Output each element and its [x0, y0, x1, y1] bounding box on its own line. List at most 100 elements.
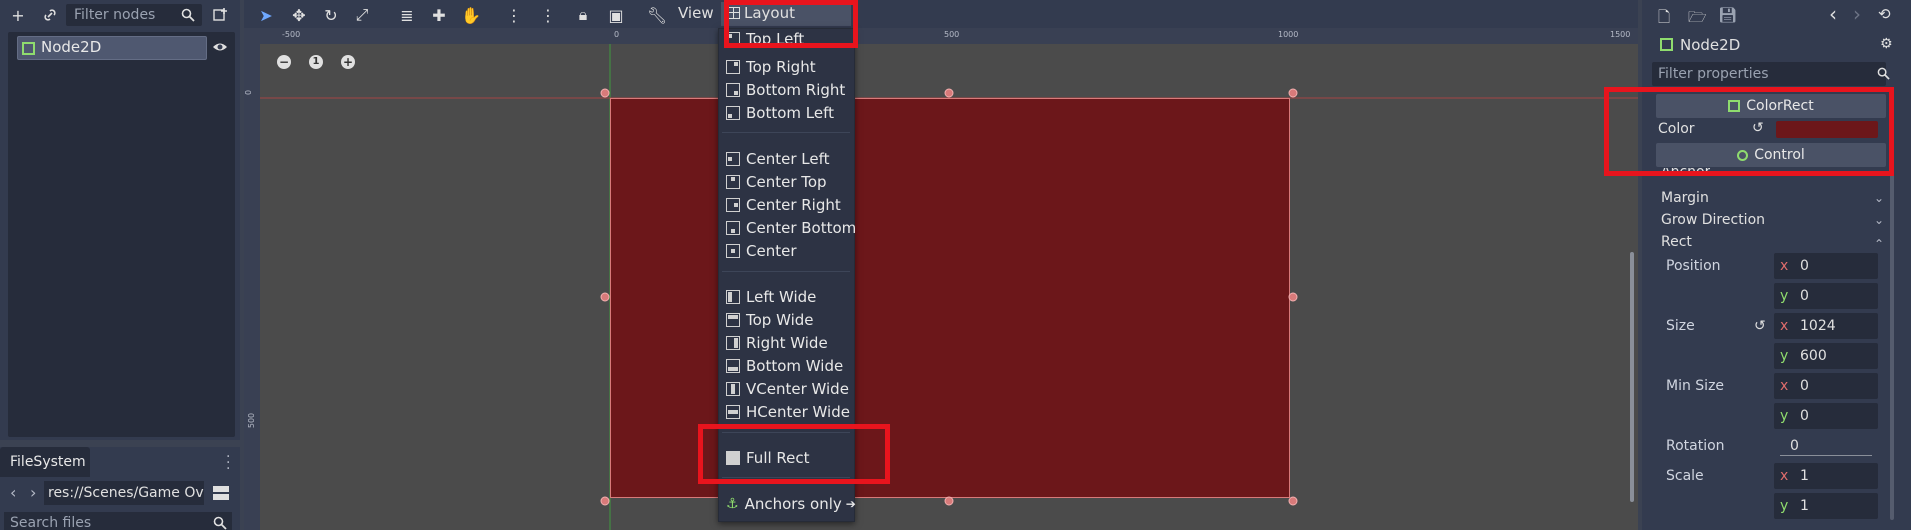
- rotation-label: Rotation: [1666, 438, 1725, 454]
- lock-icon[interactable]: 🔒︎: [572, 4, 594, 26]
- open-folder-icon[interactable]: 🗁︎: [1688, 7, 1707, 32]
- canvas-toolbar: ➤ ✥ ↻ ⤢ ≣ ✚ ✋ ⋮ ⋮ 🔒︎ ▣ 🔧︎ View: [244, 0, 1638, 28]
- position-x-field[interactable]: x0: [1774, 253, 1878, 279]
- menu-item-bottom-left[interactable]: Bottom Left: [726, 102, 834, 124]
- rotate-tool-icon[interactable]: ↻: [320, 4, 342, 26]
- menu-item-top-wide[interactable]: Top Wide: [726, 309, 814, 331]
- menu-item-center-top[interactable]: Center Top: [726, 171, 827, 193]
- zoom-out-icon[interactable]: −: [277, 55, 291, 69]
- filter-properties-input[interactable]: Filter properties: [1652, 62, 1886, 86]
- pan-tool-icon[interactable]: ✋: [460, 4, 482, 26]
- group-margin[interactable]: Margin: [1661, 190, 1709, 206]
- object-properties-icon[interactable]: ⚙︎: [1880, 36, 1893, 52]
- menu-item-left-wide[interactable]: Left Wide: [726, 286, 816, 308]
- menu-item-label: Top Wide: [746, 311, 814, 329]
- menu-item-center[interactable]: Center: [726, 240, 797, 262]
- position-y-value: 0: [1800, 288, 1809, 304]
- highlight-full-rect: [698, 424, 890, 484]
- dock-menu-icon[interactable]: · · ·: [226, 450, 230, 476]
- min-size-y-field[interactable]: y0: [1774, 403, 1878, 429]
- size-y-field[interactable]: y 600: [1774, 343, 1878, 369]
- position-x-value: 0: [1800, 258, 1809, 274]
- viewport-scrollbar[interactable]: [1630, 252, 1634, 502]
- new-resource-icon[interactable]: 🗋︎: [1658, 7, 1670, 32]
- link-icon[interactable]: [39, 4, 61, 26]
- forward-arrow-icon[interactable]: ›: [30, 483, 36, 502]
- axis-y-label: y: [1780, 288, 1789, 304]
- revert-icon[interactable]: ↺: [1754, 318, 1766, 334]
- history-forward-icon[interactable]: ›: [1853, 2, 1861, 26]
- menu-item-center-right[interactable]: Center Right: [726, 194, 841, 216]
- more-options-icon[interactable]: ⋮: [537, 4, 559, 26]
- chevron-up-icon: ⌃: [1874, 237, 1885, 251]
- move-tool-icon[interactable]: ✥: [288, 4, 310, 26]
- axis-x-label: x: [1780, 468, 1789, 484]
- scene-toolbar: + Filter nodes: [0, 0, 240, 30]
- rotation-slider[interactable]: [1780, 455, 1872, 456]
- scale-tool-icon[interactable]: ⤢: [351, 4, 373, 26]
- anchor-preset-icon: [726, 405, 740, 419]
- anchor-preset-icon: [726, 290, 740, 304]
- anchor-preset-icon: [726, 221, 740, 235]
- axis-y-label: y: [1780, 498, 1789, 514]
- history-icon[interactable]: ⟲: [1878, 5, 1891, 23]
- group-grow-direction[interactable]: Grow Direction: [1661, 212, 1765, 228]
- history-back-icon[interactable]: ‹: [1829, 2, 1837, 26]
- menu-item-label: Center: [746, 242, 797, 260]
- menu-item-label: Anchors only: [744, 495, 842, 513]
- group-icon[interactable]: ▣: [605, 4, 627, 26]
- highlight-layout-button: [724, 0, 858, 48]
- snap-icon[interactable]: ⋮: [503, 4, 525, 26]
- search-files-input[interactable]: Search files: [4, 512, 232, 530]
- filesystem-path-input[interactable]: res://Scenes/Game Ov: [44, 481, 204, 505]
- position-y-field[interactable]: y0: [1774, 283, 1878, 309]
- inspector-scrollbar[interactable]: [1890, 140, 1894, 520]
- group-rect[interactable]: Rect: [1661, 234, 1692, 250]
- split-view-icon[interactable]: [212, 485, 230, 501]
- size-x-value: 1024: [1800, 318, 1836, 334]
- menu-item-center-left[interactable]: Center Left: [726, 148, 829, 170]
- menu-item-label: Bottom Right: [746, 81, 846, 99]
- back-arrow-icon[interactable]: ‹: [10, 483, 16, 502]
- menu-item-vcenter-wide[interactable]: VCenter Wide: [726, 378, 849, 400]
- min-size-x-field[interactable]: x0: [1774, 373, 1878, 399]
- zoom-reset-button[interactable]: 1: [309, 55, 323, 69]
- instance-scene-icon[interactable]: [210, 4, 232, 26]
- anchor-preset-icon: [726, 244, 740, 258]
- ruler-top-label: 0: [614, 30, 620, 39]
- menu-item-hcenter-wide[interactable]: HCenter Wide: [726, 401, 850, 423]
- scale-y-value: 1: [1800, 498, 1809, 514]
- list-select-icon[interactable]: ≣: [396, 4, 418, 26]
- anchor-preset-icon: [726, 313, 740, 327]
- menu-item-anchors-only[interactable]: ⚓︎ Anchors only ➔: [726, 493, 856, 515]
- view-menu[interactable]: View: [678, 4, 714, 22]
- search-icon: [1877, 67, 1890, 80]
- search-files-icon: [213, 516, 227, 530]
- min-size-y-value: 0: [1800, 408, 1809, 424]
- visibility-eye-icon[interactable]: [212, 40, 228, 54]
- chevron-down-icon: ⌄: [1874, 213, 1885, 227]
- node2d-icon: [1660, 38, 1673, 51]
- save-icon[interactable]: 💾︎: [1718, 6, 1737, 24]
- scale-label: Scale: [1666, 468, 1704, 484]
- menu-item-center-bottom[interactable]: Center Bottom: [726, 217, 856, 239]
- menu-separator: [722, 271, 850, 272]
- skeleton-icon[interactable]: 🔧︎: [646, 4, 668, 26]
- menu-item-bottom-wide[interactable]: Bottom Wide: [726, 355, 843, 377]
- inspector-node-name: Node2D: [1680, 36, 1741, 54]
- ruler-top: -500 0 500 1000 1500: [244, 28, 1638, 44]
- select-tool-icon[interactable]: ➤: [255, 4, 277, 26]
- size-x-field[interactable]: x 1024: [1774, 313, 1878, 339]
- scale-x-field[interactable]: x1: [1774, 463, 1878, 489]
- menu-item-right-wide[interactable]: Right Wide: [726, 332, 828, 354]
- pivot-icon[interactable]: ✚: [428, 4, 450, 26]
- menu-item-top-right[interactable]: Top Right: [726, 56, 816, 78]
- menu-item-bottom-right[interactable]: Bottom Right: [726, 79, 845, 101]
- scale-y-field[interactable]: y1: [1774, 493, 1878, 519]
- ruler-top-label: 1500: [1610, 30, 1631, 39]
- menu-item-label: Center Top: [746, 173, 827, 191]
- zoom-in-icon[interactable]: +: [341, 55, 355, 69]
- axis-x-label: x: [1780, 318, 1789, 334]
- menu-separator: [722, 132, 850, 133]
- add-node-icon[interactable]: +: [7, 4, 29, 26]
